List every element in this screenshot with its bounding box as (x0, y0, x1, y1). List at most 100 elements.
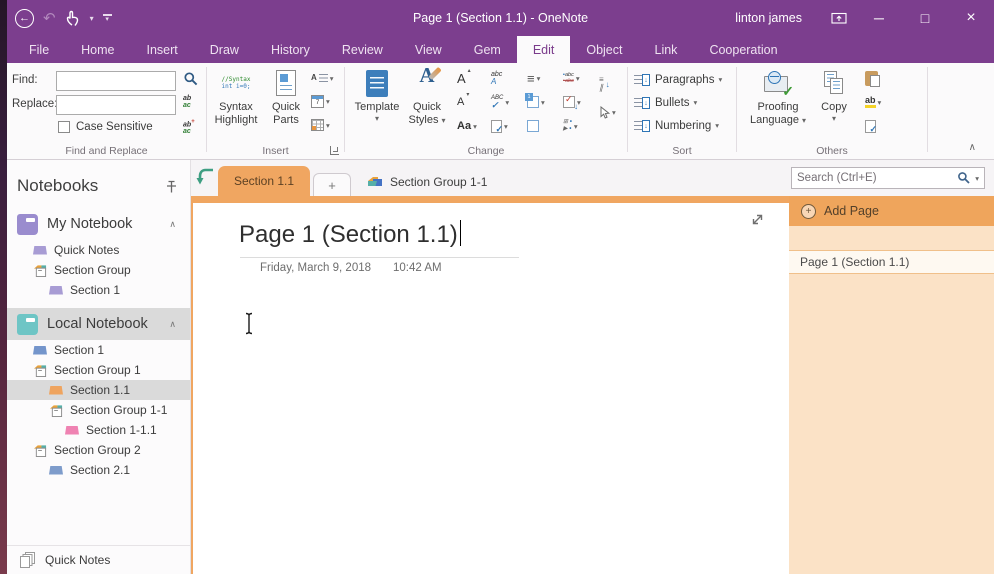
close-button[interactable]: × (948, 0, 994, 36)
page-list-item[interactable]: Page 1 (Section 1.1) (789, 250, 994, 274)
find-input[interactable] (56, 71, 176, 91)
select-button[interactable]: ▾ (599, 101, 616, 123)
replace-icon[interactable]: abac (183, 95, 191, 109)
ribbon-tab[interactable]: Home (65, 36, 130, 63)
section-tab-active[interactable]: Section 1.1 (218, 166, 310, 196)
touch-mode-caret-icon[interactable]: ▾ (90, 14, 94, 23)
search-box[interactable]: ▾ (791, 167, 985, 189)
quick-styles-button[interactable]: A Quick Styles (404, 65, 450, 141)
replace-all-icon[interactable]: ab+ac (183, 119, 195, 135)
collapse-ribbon-icon[interactable]: ∧ (969, 142, 976, 153)
insert-table-button[interactable]: ▾ (311, 114, 330, 136)
sidebar-item[interactable]: Local Notebook ∧ (7, 308, 190, 340)
ribbon-tab[interactable]: History (255, 36, 326, 63)
undo-icon[interactable]: ↶ (43, 9, 56, 27)
quick-notes-label: Quick Notes (45, 553, 110, 567)
ribbon-tab[interactable]: Insert (131, 36, 194, 63)
others-group: ✓ Proofing Language Copy ▾ ab▾ Others (737, 63, 927, 159)
onenote-window: ← ↶ ▾ ▾ Page 1 (Section 1.1) - OneNote l… (0, 0, 994, 574)
section-group-icon (33, 444, 48, 457)
sidebar-item[interactable]: Section Group 1 ∧ (7, 360, 190, 380)
ribbon-tab[interactable]: Gem (458, 36, 517, 63)
document-check-button[interactable] (865, 115, 876, 137)
sort-menu-button[interactable]: ↓ Paragraphs ▾ (628, 68, 736, 91)
navigate-back-icon[interactable] (196, 167, 214, 189)
search-icon[interactable] (183, 71, 199, 87)
maximize-button[interactable]: □ (902, 0, 948, 36)
highlight-button[interactable]: ab▾ (865, 91, 881, 113)
ribbon-tab[interactable]: Cooperation (693, 36, 793, 63)
template-button[interactable]: Template ▾ (351, 65, 403, 141)
ribbon-tab[interactable]: View (399, 36, 458, 63)
sidebar-item[interactable]: Section 1-1.1 ∧ (7, 420, 190, 440)
sidebar-item[interactable]: My Notebook ∧ (7, 208, 190, 240)
customize-qat-icon[interactable]: ▾ (103, 14, 112, 22)
expand-bullets-button[interactable]: ⊞ •▶ •▾ (563, 115, 578, 137)
sidebar-item[interactable]: Section 1.1 ∧ (7, 380, 190, 400)
title-underline (240, 257, 519, 258)
ribbon-tab[interactable]: Object (570, 36, 638, 63)
search-input[interactable] (797, 172, 957, 184)
strikethrough-list-button[interactable]: ▪abc▪abc▾ (563, 67, 580, 89)
page-canvas[interactable]: Page 1 (Section 1.1) Friday, March 9, 20… (191, 196, 789, 574)
checkbox-arrange-button[interactable]: ▾ (563, 91, 581, 113)
border-button[interactable] (527, 115, 539, 137)
sidebar-item[interactable]: Section 1 ∧ (7, 340, 190, 360)
replace-input[interactable] (56, 95, 176, 115)
pin-icon[interactable] (165, 180, 177, 194)
back-icon[interactable]: ← (15, 9, 34, 28)
proofing-language-button[interactable]: ✓ Proofing Language (747, 65, 809, 141)
grow-font-button[interactable]: A▴ (457, 67, 471, 89)
expand-page-icon[interactable] (750, 212, 765, 227)
quick-parts-icon (276, 65, 296, 101)
sidebar-item[interactable]: Section 2.1 ∧ (7, 460, 190, 480)
paste-button[interactable] (865, 67, 878, 89)
split-merge-button[interactable]: ≡∥↓ (599, 73, 610, 95)
page-title[interactable]: Page 1 (Section 1.1) (239, 220, 461, 249)
account-user-name[interactable]: linton james (735, 11, 802, 25)
copy-button[interactable]: Copy ▾ (813, 65, 855, 141)
quick-parts-button[interactable]: Quick Parts (264, 65, 308, 141)
add-page-button[interactable]: + Add Page (789, 196, 994, 226)
insert-calendar-button[interactable]: 7 ▾ (311, 90, 330, 112)
sort-menu-button[interactable]: ↓ Numbering ▾ (628, 114, 736, 137)
sort-lines-icon: ↓ (634, 73, 650, 87)
clear-format-button[interactable]: abcA (491, 67, 502, 89)
ribbon-tab[interactable]: Review (326, 36, 399, 63)
sidebar-item[interactable]: Section Group 2 ∧ (7, 440, 190, 460)
search-icon[interactable] (957, 171, 971, 185)
find-replace-group-label: Find and Replace (7, 145, 206, 157)
sidebar-item-label: Section Group 2 (54, 443, 141, 457)
numbered-block-button[interactable]: ▾ (527, 91, 545, 113)
format-painter-button[interactable]: ▾ (491, 115, 508, 137)
section-group-tab[interactable]: Section Group 1-1 (367, 170, 487, 194)
minimize-button[interactable]: ─ (856, 0, 902, 36)
section-group-icon (33, 264, 48, 277)
ribbon-tab[interactable]: Edit (517, 36, 571, 63)
ribbon-display-options-icon[interactable] (822, 0, 856, 36)
sort-menu-button[interactable]: ↓ Bullets ▾ (628, 91, 736, 114)
touch-mode-icon[interactable] (65, 10, 81, 27)
case-sensitive-checkbox[interactable] (58, 121, 70, 133)
search-scope-caret-icon[interactable]: ▾ (975, 174, 979, 183)
collapse-notebook-icon[interactable]: ∧ (169, 219, 176, 230)
sidebar-item[interactable]: Section Group ∧ (7, 260, 190, 280)
sidebar-item[interactable]: Section Group 1-1 ∧ (7, 400, 190, 420)
change-case-button[interactable]: Aa▾ (457, 115, 477, 137)
syntax-highlight-button[interactable]: //Syntaxint i=0; Syntax Highlight (209, 65, 263, 141)
spelling-button[interactable]: ABC✓▾ (491, 91, 509, 113)
others-group-label: Others (737, 145, 927, 157)
sidebar-item[interactable]: Quick Notes ∧ (7, 240, 190, 260)
ribbon-tab[interactable]: Link (639, 36, 694, 63)
sidebar-item[interactable]: Section 1 ∧ (7, 280, 190, 300)
proofing-language-icon: ✓ (762, 65, 794, 101)
new-section-tab[interactable]: + (313, 173, 351, 196)
stacked-pages-icon (19, 552, 36, 568)
line-spacing-button[interactable]: ≡▾ (527, 67, 540, 89)
insert-text-template-button[interactable]: A ▾ (311, 67, 334, 89)
ribbon-tab[interactable]: Draw (194, 36, 255, 63)
shrink-font-button[interactable]: A▾ (457, 91, 469, 113)
collapse-notebook-icon[interactable]: ∧ (169, 319, 176, 330)
quick-notes-footer[interactable]: Quick Notes (7, 545, 190, 574)
ribbon-tab[interactable]: File (13, 36, 65, 63)
